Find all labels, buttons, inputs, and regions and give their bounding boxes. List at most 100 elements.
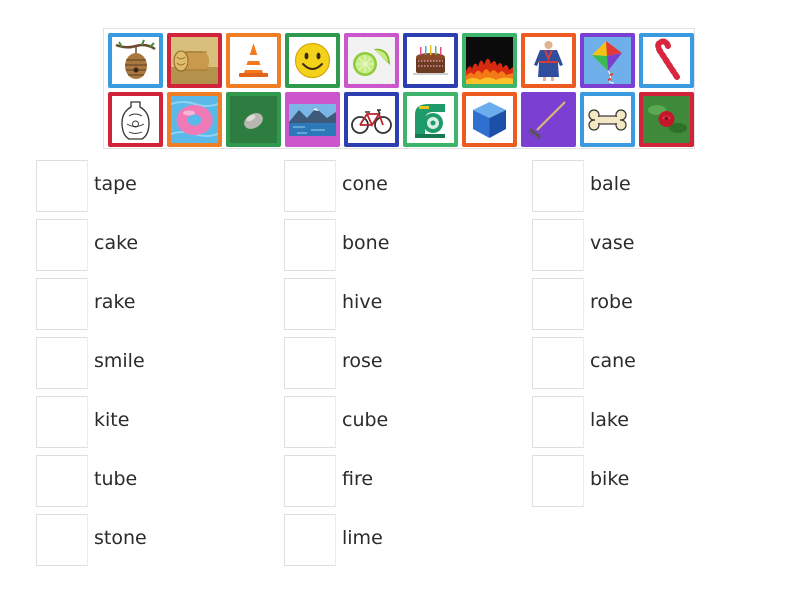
match-row: bone	[284, 219, 524, 271]
lime-slice-icon	[348, 37, 395, 84]
drop-box[interactable]	[36, 337, 88, 389]
hay-bale-icon	[171, 37, 218, 84]
match-row: cube	[284, 396, 524, 448]
tile-tube[interactable]	[167, 92, 222, 147]
match-row: tube	[36, 455, 276, 507]
match-row: smile	[36, 337, 276, 389]
tape-dispenser-icon	[407, 96, 454, 143]
image-bank	[103, 28, 695, 149]
drop-box[interactable]	[532, 455, 584, 507]
drop-box[interactable]	[284, 455, 336, 507]
fire-icon	[466, 37, 513, 84]
tile-bicycle[interactable]	[344, 92, 399, 147]
lake-icon	[289, 96, 336, 143]
birthday-cake-icon	[407, 37, 454, 84]
drop-box[interactable]	[532, 396, 584, 448]
word-label: lake	[590, 409, 629, 431]
drop-box[interactable]	[284, 160, 336, 212]
match-row: bale	[532, 160, 772, 212]
donut-tube-icon	[171, 96, 218, 143]
word-label: tube	[94, 468, 138, 490]
drop-box[interactable]	[36, 455, 88, 507]
bathrobe-icon	[525, 37, 572, 84]
tile-rake[interactable]	[521, 92, 576, 147]
word-label: tape	[94, 173, 137, 195]
vase-icon	[112, 96, 159, 143]
drop-box[interactable]	[532, 278, 584, 330]
tile-hay-bale[interactable]	[167, 33, 222, 88]
match-row: lake	[532, 396, 772, 448]
word-label: bale	[590, 173, 631, 195]
tile-beehive[interactable]	[108, 33, 163, 88]
match-row: rake	[36, 278, 276, 330]
match-row: cone	[284, 160, 524, 212]
tile-birthday-cake[interactable]	[403, 33, 458, 88]
rake-icon	[525, 96, 572, 143]
drop-box[interactable]	[284, 219, 336, 271]
word-label: bone	[342, 232, 390, 254]
candy-cane-icon	[643, 37, 690, 84]
kite-icon	[584, 37, 631, 84]
match-row: vase	[532, 219, 772, 271]
drop-box[interactable]	[36, 278, 88, 330]
word-label: cake	[94, 232, 139, 254]
word-label: cane	[590, 350, 636, 372]
word-label: lime	[342, 527, 383, 549]
tile-traffic-cone[interactable]	[226, 33, 281, 88]
word-label: fire	[342, 468, 374, 490]
drop-box[interactable]	[284, 337, 336, 389]
bicycle-icon	[348, 96, 395, 143]
word-label: bike	[590, 468, 630, 490]
cube-icon	[466, 96, 513, 143]
drop-box[interactable]	[36, 396, 88, 448]
tile-lake[interactable]	[285, 92, 340, 147]
match-row: rose	[284, 337, 524, 389]
smiley-face-icon	[289, 37, 336, 84]
tile-smiley[interactable]	[285, 33, 340, 88]
match-row: stone	[36, 514, 276, 566]
traffic-cone-icon	[230, 37, 277, 84]
tile-rose[interactable]	[639, 92, 694, 147]
beehive-icon	[112, 37, 159, 84]
tile-bone[interactable]	[580, 92, 635, 147]
drop-box[interactable]	[36, 514, 88, 566]
word-label: smile	[94, 350, 145, 372]
drop-box[interactable]	[36, 219, 88, 271]
drop-box[interactable]	[532, 160, 584, 212]
match-row: kite	[36, 396, 276, 448]
bone-icon	[584, 96, 631, 143]
drop-box[interactable]	[532, 337, 584, 389]
drop-box[interactable]	[284, 396, 336, 448]
word-label: hive	[342, 291, 383, 313]
match-row: hive	[284, 278, 524, 330]
match-row: cane	[532, 337, 772, 389]
word-label: rake	[94, 291, 136, 313]
tile-candy-cane[interactable]	[639, 33, 694, 88]
tile-lime[interactable]	[344, 33, 399, 88]
word-label: stone	[94, 527, 147, 549]
tile-tape[interactable]	[403, 92, 458, 147]
tile-stone[interactable]	[226, 92, 281, 147]
match-row: fire	[284, 455, 524, 507]
match-row: bike	[532, 455, 772, 507]
tile-kite[interactable]	[580, 33, 635, 88]
word-label: kite	[94, 409, 130, 431]
drop-box[interactable]	[36, 160, 88, 212]
word-label: rose	[342, 350, 383, 372]
match-row: robe	[532, 278, 772, 330]
drop-box[interactable]	[284, 514, 336, 566]
match-row: cake	[36, 219, 276, 271]
stone-icon	[230, 96, 277, 143]
match-row: lime	[284, 514, 524, 566]
tile-cube[interactable]	[462, 92, 517, 147]
word-label: robe	[590, 291, 633, 313]
word-label: vase	[590, 232, 635, 254]
tile-fire[interactable]	[462, 33, 517, 88]
tile-robe[interactable]	[521, 33, 576, 88]
match-up-activity: tape cake rake smile kite tube stone con…	[0, 0, 800, 600]
drop-box[interactable]	[284, 278, 336, 330]
drop-box[interactable]	[532, 219, 584, 271]
tile-vase[interactable]	[108, 92, 163, 147]
match-row: tape	[36, 160, 276, 212]
rose-icon	[643, 96, 690, 143]
